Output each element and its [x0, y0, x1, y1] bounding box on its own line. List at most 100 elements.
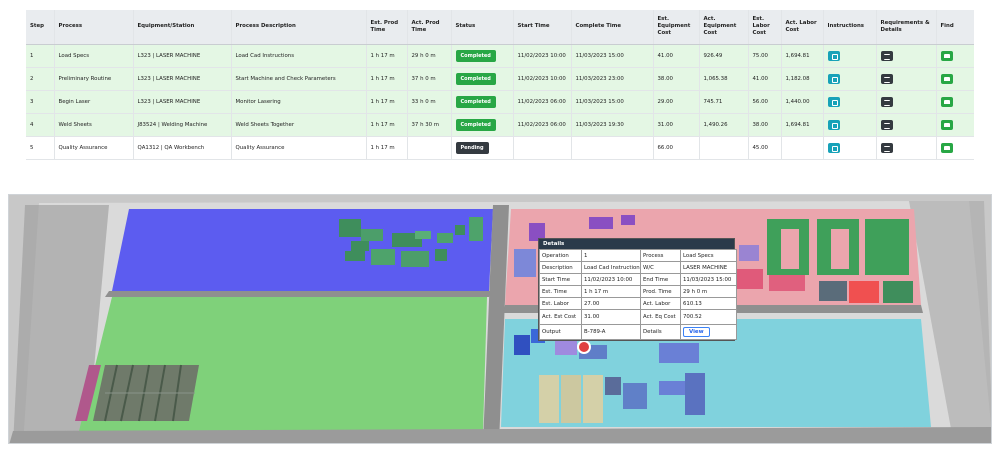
cell-est-equipment-cost: 41.00	[652, 44, 699, 68]
cell-complete-time: 11/03/2023 15:00	[570, 90, 653, 114]
details-value: 1 h 17 m	[581, 285, 641, 298]
details-label: W/C	[640, 261, 681, 274]
find-button[interactable]	[940, 50, 953, 61]
instructions-button[interactable]	[827, 50, 840, 61]
details-value: 11/03/2023 15:00	[680, 273, 737, 286]
cell-start-time: 11/02/2023 06:00	[512, 113, 571, 137]
find-button-cell	[935, 44, 974, 68]
column-header: Equipment/Station	[132, 10, 231, 45]
cell-description: Quality Assurance	[230, 136, 366, 160]
status-badge: Completed	[455, 95, 496, 108]
details-title: Details	[539, 239, 734, 249]
find-button[interactable]	[940, 142, 953, 153]
column-header: Est. Equipment Cost	[652, 10, 699, 45]
instructions-button[interactable]	[827, 142, 840, 153]
cell-act-equipment-cost: 1,065.38	[698, 67, 748, 91]
status-badge: Pending	[455, 141, 489, 154]
cell-act-prod-time: 37 h 0 m	[406, 67, 451, 91]
details-label: Prod. Time	[640, 285, 681, 298]
cell-act-labor-cost: 1,694.81	[780, 44, 823, 68]
instructions-button-cell	[822, 44, 876, 68]
table-row: 5 Quality Assurance QA1312 | QA Workbench Q…	[26, 136, 974, 160]
instructions-button[interactable]	[827, 119, 840, 130]
cell-step: 1	[26, 44, 54, 68]
find-button-cell	[935, 90, 974, 114]
details-row: Est. Time 1 h 17 m Prod. Time 29 h 0 m	[539, 285, 737, 298]
cell-est-labor-cost: 38.00	[747, 113, 781, 137]
cell-equipment: L323 | LASER MACHINE	[132, 90, 231, 114]
cell-complete-time: 11/03/2023 19:30	[570, 113, 653, 137]
cell-act-prod-time: 29 h 0 m	[406, 44, 451, 68]
column-header: Process Description	[230, 10, 366, 45]
details-label: Operation	[539, 249, 582, 262]
details-value: 700.52	[680, 309, 737, 325]
cell-est-labor-cost: 75.00	[747, 44, 781, 68]
cell-act-equipment-cost: 926.49	[698, 44, 748, 68]
cell-est-prod-time: 1 h 17 m	[365, 67, 407, 91]
table-row: 2 Preliminary Routine L323 | LASER MACHINE…	[26, 67, 974, 91]
cell-act-labor-cost: 1,694.81	[780, 113, 823, 137]
cell-description: Monitor Lasering	[230, 90, 366, 114]
status-cell: Completed	[450, 90, 513, 114]
details-value: 29 h 0 m	[680, 285, 737, 298]
requirements-button-cell	[875, 67, 936, 91]
cell-process: Weld Sheets	[53, 113, 133, 137]
cell-start-time	[512, 136, 571, 160]
details-popup: Details Operation 1 Process Load Specs Descr…	[538, 238, 737, 341]
requirements-button[interactable]	[880, 96, 893, 107]
cell-act-equipment-cost	[698, 136, 748, 160]
cell-equipment: J83524 | Welding Machine	[132, 113, 231, 137]
view-button[interactable]: View	[683, 327, 710, 337]
table-header-row: Step Process Equipment/Station Process D…	[26, 10, 974, 45]
details-label: Description	[539, 261, 582, 274]
cell-description: Weld Sheets Together	[230, 113, 366, 137]
cell-act-prod-time	[406, 136, 451, 160]
cell-act-prod-time: 33 h 0 m	[406, 90, 451, 114]
cell-est-equipment-cost: 31.00	[652, 113, 699, 137]
instructions-button[interactable]	[827, 96, 840, 107]
find-button[interactable]	[940, 96, 953, 107]
details-value: Load Cad Instructions	[581, 261, 641, 274]
find-button[interactable]	[940, 119, 953, 130]
instructions-button-cell	[822, 90, 876, 114]
cell-act-labor-cost: 1,182.08	[780, 67, 823, 91]
divider-wall-left	[105, 291, 491, 297]
find-button-cell	[935, 67, 974, 91]
status-cell: Pending	[450, 136, 513, 160]
details-row: Act. Est Cost 31.00 Act. Eq Cost 700.52	[539, 309, 737, 325]
requirements-button[interactable]	[880, 119, 893, 130]
details-details-label: Details	[640, 324, 681, 340]
cell-equipment: L323 | LASER MACHINE	[132, 44, 231, 68]
column-header: Status	[450, 10, 513, 45]
factory-floor-map[interactable]: Details Operation 1 Process Load Specs Descr…	[8, 194, 992, 444]
requirements-button-cell	[875, 44, 936, 68]
cell-act-labor-cost	[780, 136, 823, 160]
instructions-button[interactable]	[827, 73, 840, 84]
requirements-button[interactable]	[880, 142, 893, 153]
factory-floor-3d-view[interactable]	[9, 195, 992, 444]
cell-act-labor-cost: 1,440.00	[780, 90, 823, 114]
details-value: 1	[581, 249, 641, 262]
cell-complete-time: 11/03/2023 23:00	[570, 67, 653, 91]
requirements-button-cell	[875, 90, 936, 114]
requirements-button[interactable]	[880, 73, 893, 84]
cell-est-equipment-cost: 66.00	[652, 136, 699, 160]
cell-step: 5	[26, 136, 54, 160]
details-value: LASER MACHINE	[680, 261, 737, 274]
details-output-value: B-789-A	[581, 324, 641, 340]
cell-description: Start Machine and Check Parameters	[230, 67, 366, 91]
details-view-cell: View	[680, 324, 737, 340]
details-row: Est. Labor 27.00 Act. Labor 610.13	[539, 297, 737, 310]
details-label: Est. Labor	[539, 297, 582, 310]
table-row: 4 Weld Sheets J83524 | Welding Machine Weld…	[26, 113, 974, 137]
instructions-button-cell	[822, 67, 876, 91]
status-badge: Completed	[455, 72, 496, 85]
requirements-button[interactable]	[880, 50, 893, 61]
location-marker-icon[interactable]	[577, 340, 591, 354]
cell-step: 3	[26, 90, 54, 114]
cell-act-equipment-cost: 745.71	[698, 90, 748, 114]
cell-est-prod-time: 1 h 17 m	[365, 90, 407, 114]
find-button[interactable]	[940, 73, 953, 84]
details-value: 610.13	[680, 297, 737, 310]
process-table-panel: Step Process Equipment/Station Process D…	[0, 0, 1000, 186]
